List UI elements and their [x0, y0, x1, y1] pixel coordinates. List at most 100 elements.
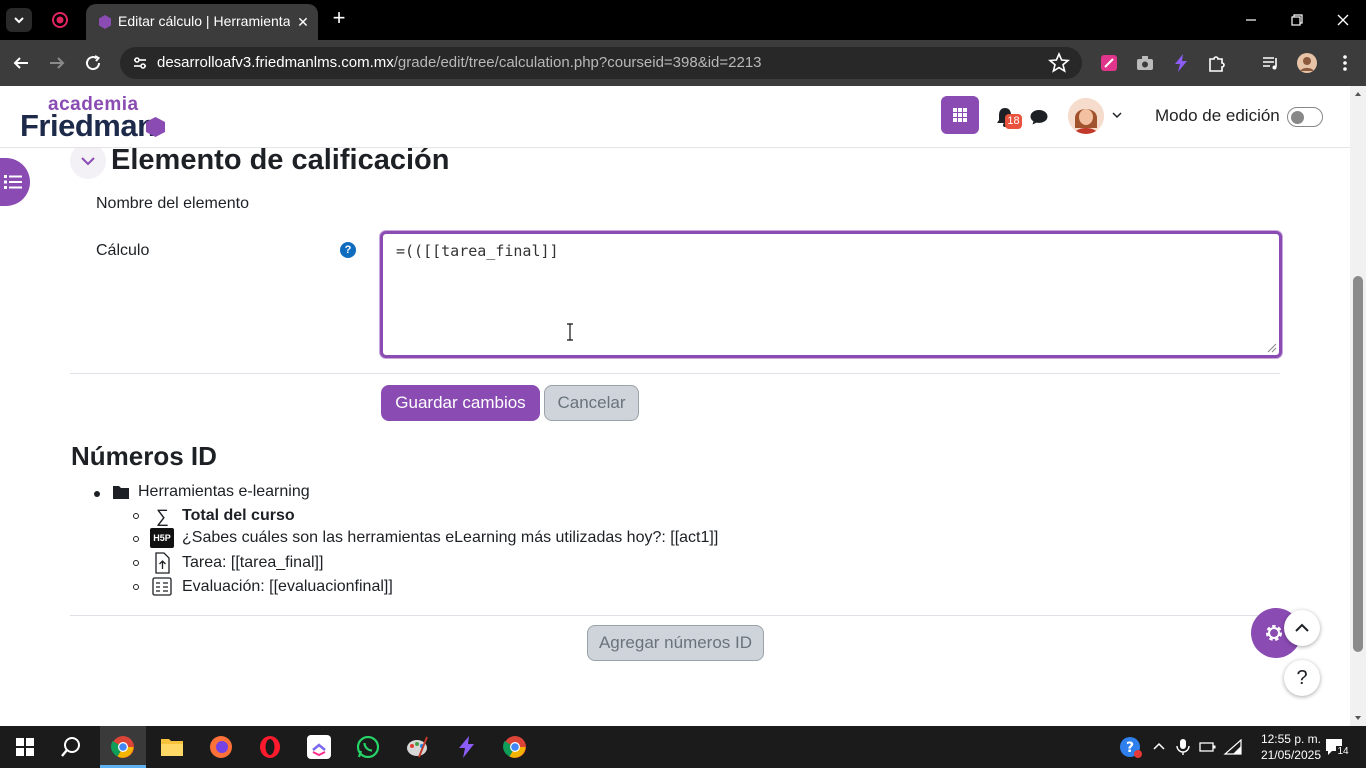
microphone-tray[interactable] — [1170, 734, 1196, 760]
page-scrollbar[interactable] — [1350, 86, 1366, 726]
help-tray-button[interactable]: ? — [1118, 734, 1144, 760]
resize-handle-icon[interactable] — [1267, 343, 1277, 353]
chevron-down-icon[interactable] — [1110, 108, 1124, 122]
app-launcher-button[interactable] — [941, 96, 979, 134]
media-control-button[interactable] — [1260, 52, 1282, 74]
browser-tab-active[interactable]: Editar cálculo | Herramientas e-learning… — [86, 4, 318, 40]
opera-app[interactable] — [257, 734, 283, 760]
battery-icon — [1199, 742, 1216, 752]
battery-tray[interactable] — [1195, 734, 1221, 760]
scrollbar-thumb[interactable] — [1353, 276, 1363, 652]
list-item-text: ¿Sabes cuáles son las herramientas eLear… — [182, 529, 719, 546]
tab-close-icon[interactable]: ✕ — [294, 13, 312, 31]
scroll-up-icon[interactable] — [1354, 90, 1362, 98]
list-bullet — [133, 536, 139, 542]
edit-mode-toggle[interactable] — [1287, 107, 1323, 127]
firefox-app[interactable] — [208, 734, 234, 760]
tab-search-button[interactable] — [6, 8, 32, 32]
tray-overflow-button[interactable] — [1146, 734, 1172, 760]
list-item: Tarea: [[tarea_final]] — [150, 552, 323, 574]
browser-menu-button[interactable] — [1334, 52, 1356, 74]
grid-icon — [953, 108, 967, 122]
clickup-app[interactable] — [306, 734, 332, 760]
wifi-tray[interactable] — [1220, 734, 1246, 760]
profile-avatar-icon — [1297, 53, 1317, 73]
extension-bolt-button[interactable] — [1170, 52, 1192, 74]
windows-logo-icon — [16, 738, 34, 756]
whatsapp-app[interactable] — [355, 734, 381, 760]
palette-icon — [407, 736, 428, 758]
notification-center-button[interactable]: 14 — [1324, 736, 1352, 758]
address-bar[interactable]: desarrolloafv3.friedmanlms.com.mx/grade/… — [120, 47, 1082, 79]
taskbar-clock[interactable]: 12:55 p. m. 21/05/2025 — [1247, 731, 1321, 763]
file-explorer-app[interactable] — [159, 734, 185, 760]
site-info-icon[interactable] — [130, 53, 150, 73]
notification-count-badge: 18 — [1005, 114, 1022, 129]
back-button[interactable] — [10, 52, 32, 74]
close-icon — [1337, 14, 1349, 26]
url-domain: desarrolloafv3.friedmanlms.com.mx — [157, 54, 394, 71]
forward-button[interactable] — [46, 52, 68, 74]
url-path: /grade/edit/tree/calculation.php?coursei… — [393, 54, 762, 71]
bookmark-star-icon[interactable] — [1048, 52, 1070, 74]
search-icon — [61, 737, 80, 757]
lightning-icon — [1175, 54, 1187, 72]
chat-bubble-icon[interactable] — [1029, 107, 1049, 127]
url-text: desarrolloafv3.friedmanlms.com.mx/grade/… — [157, 54, 762, 71]
cancel-button[interactable]: Cancelar — [544, 385, 639, 421]
extension-camera-button[interactable] — [1134, 52, 1156, 74]
svg-text:?: ? — [1126, 740, 1134, 756]
new-tab-button[interactable]: + — [328, 7, 350, 30]
recording-icon[interactable] — [50, 10, 70, 30]
text-cursor-icon — [567, 323, 573, 341]
sigma-icon: ∑ — [155, 505, 169, 526]
power-automate-app[interactable] — [453, 734, 479, 760]
user-photo-icon — [1068, 98, 1104, 134]
camera-icon — [1137, 56, 1153, 70]
extensions-button[interactable] — [1206, 52, 1228, 74]
close-window-button[interactable] — [1328, 8, 1358, 32]
chrome-icon — [503, 736, 526, 758]
category-item: Herramientas e-learning — [112, 483, 310, 501]
course-index-drawer-button[interactable] — [0, 158, 30, 206]
wifi-icon — [1223, 739, 1242, 755]
extension-pink-icon — [1101, 55, 1117, 71]
back-to-top-button[interactable] — [1284, 610, 1320, 646]
help-fab-button[interactable]: ? — [1284, 660, 1320, 696]
minimize-button[interactable] — [1236, 8, 1266, 32]
search-button[interactable] — [58, 734, 84, 760]
microphone-icon — [1176, 739, 1190, 755]
user-avatar[interactable] — [1068, 98, 1104, 134]
clock-date: 21/05/2025 — [1260, 748, 1321, 762]
list-bullet — [133, 513, 139, 519]
list-bullet — [133, 584, 139, 590]
extension-pdf-button[interactable] — [1098, 52, 1120, 74]
profile-button[interactable] — [1296, 52, 1318, 74]
paint-app[interactable] — [404, 734, 430, 760]
gear-icon — [1266, 625, 1282, 641]
puzzle-icon — [1209, 56, 1225, 72]
section-collapse-button[interactable] — [70, 143, 106, 179]
site-navbar: academia Friedman 18 Modo de edición — [0, 86, 1350, 148]
help-question-icon[interactable]: ? — [340, 242, 356, 258]
start-button[interactable] — [12, 734, 38, 760]
list-icon — [4, 175, 22, 189]
reload-button[interactable] — [82, 52, 104, 74]
minimize-icon — [1246, 19, 1256, 21]
kebab-menu-icon — [1343, 55, 1347, 71]
browser-toolbar: desarrolloafv3.friedmanlms.com.mx/grade/… — [0, 40, 1366, 86]
save-changes-button[interactable]: Guardar cambios — [381, 385, 540, 421]
chrome-profile-app[interactable] — [110, 734, 136, 760]
opera-icon — [260, 736, 280, 758]
list-item: Evaluación: [[evaluacionfinal]] — [150, 576, 393, 598]
assignment-upload-icon — [155, 552, 170, 574]
list-item: H5P ¿Sabes cuáles son las herramientas e… — [150, 528, 718, 548]
scroll-down-icon[interactable] — [1354, 714, 1362, 722]
divider — [70, 615, 1280, 616]
chrome-app[interactable] — [502, 734, 528, 760]
help-tray-icon: ? — [1120, 737, 1142, 758]
restore-button[interactable] — [1282, 8, 1312, 32]
calculation-textarea[interactable]: =(([[tarea_final]] — [380, 231, 1282, 358]
add-id-numbers-button[interactable]: Agregar números ID — [587, 625, 764, 661]
list-item-text: Tarea: [[tarea_final]] — [182, 554, 324, 571]
